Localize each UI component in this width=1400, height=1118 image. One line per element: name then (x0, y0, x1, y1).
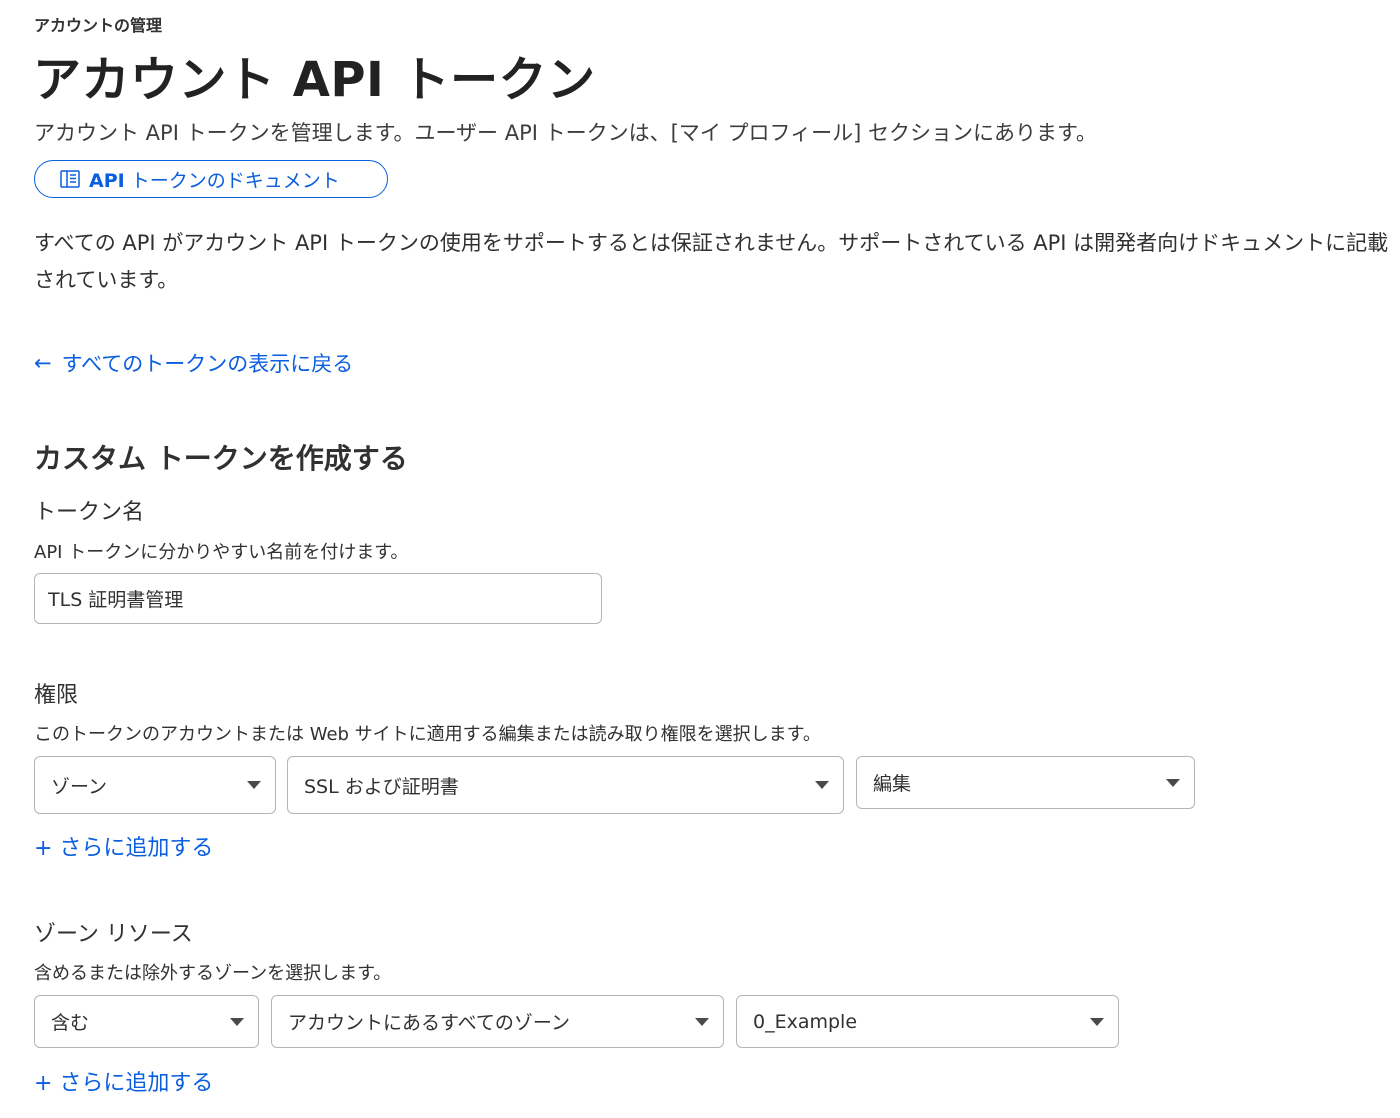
permission-scope-select[interactable]: ゾーン (34, 756, 276, 814)
permission-resource-select[interactable]: SSL および証明書 (287, 756, 844, 814)
back-to-tokens-link[interactable]: ← すべてのトークンの表示に戻る (34, 348, 353, 378)
chevron-down-icon (695, 1017, 709, 1026)
permission-scope-value: ゾーン (51, 775, 108, 798)
chevron-down-icon (815, 781, 829, 789)
chevron-down-icon (230, 1017, 244, 1026)
api-support-note: すべての API がアカウント API トークンの使用をサポートするとは保証され… (34, 231, 1389, 292)
token-name-description: API トークンに分かりやすい名前を付けます。 (34, 542, 409, 563)
permissions-label: 権限 (34, 683, 79, 708)
token-name-label: トークン名 (34, 500, 145, 525)
page-subtitle: アカウント API トークンを管理します。ユーザー API トークンは、[マイ … (34, 121, 1097, 145)
zone-mode-value: 含む (51, 1012, 90, 1034)
permission-access-select[interactable]: 編集 (856, 756, 1195, 809)
zone-target-value: アカウントにあるすべてのゾーン (288, 1012, 570, 1034)
zone-resources-description: 含めるまたは除外するゾーンを選択します。 (34, 963, 392, 984)
back-link-label: すべてのトークンの表示に戻る (61, 352, 354, 376)
zone-resources-label: ゾーン リソース (34, 922, 193, 947)
add-zone-link[interactable]: + さらに追加する (34, 1065, 213, 1097)
permission-access-value: 編集 (873, 773, 912, 795)
page-title: アカウント API トークン (33, 52, 596, 108)
docs-button-label: トークンのドキュメント (124, 169, 340, 192)
zone-mode-select[interactable]: 含む (34, 995, 259, 1048)
add-permission-link[interactable]: + さらに追加する (34, 830, 213, 862)
docs-button-bold: API (89, 169, 125, 192)
zone-target-select[interactable]: アカウントにあるすべてのゾーン (271, 995, 724, 1048)
zone-value: 0_Example (753, 1010, 858, 1033)
api-token-docs-button[interactable]: API トークンのドキュメント (34, 160, 388, 198)
section-title: カスタム トークンを作成する (34, 442, 408, 475)
token-name-input[interactable] (34, 573, 602, 624)
arrow-left-icon: ← (34, 351, 52, 375)
book-icon (59, 168, 81, 190)
permissions-description: このトークンのアカウントまたは Web サイトに適用する編集または読み取り権限を… (34, 724, 821, 745)
zone-select[interactable]: 0_Example (736, 995, 1119, 1048)
chevron-down-icon (247, 781, 261, 789)
chevron-down-icon (1090, 1017, 1104, 1026)
chevron-down-icon (1166, 778, 1180, 787)
permission-resource-value: SSL および証明書 (304, 775, 459, 798)
breadcrumb: アカウントの管理 (34, 16, 163, 35)
